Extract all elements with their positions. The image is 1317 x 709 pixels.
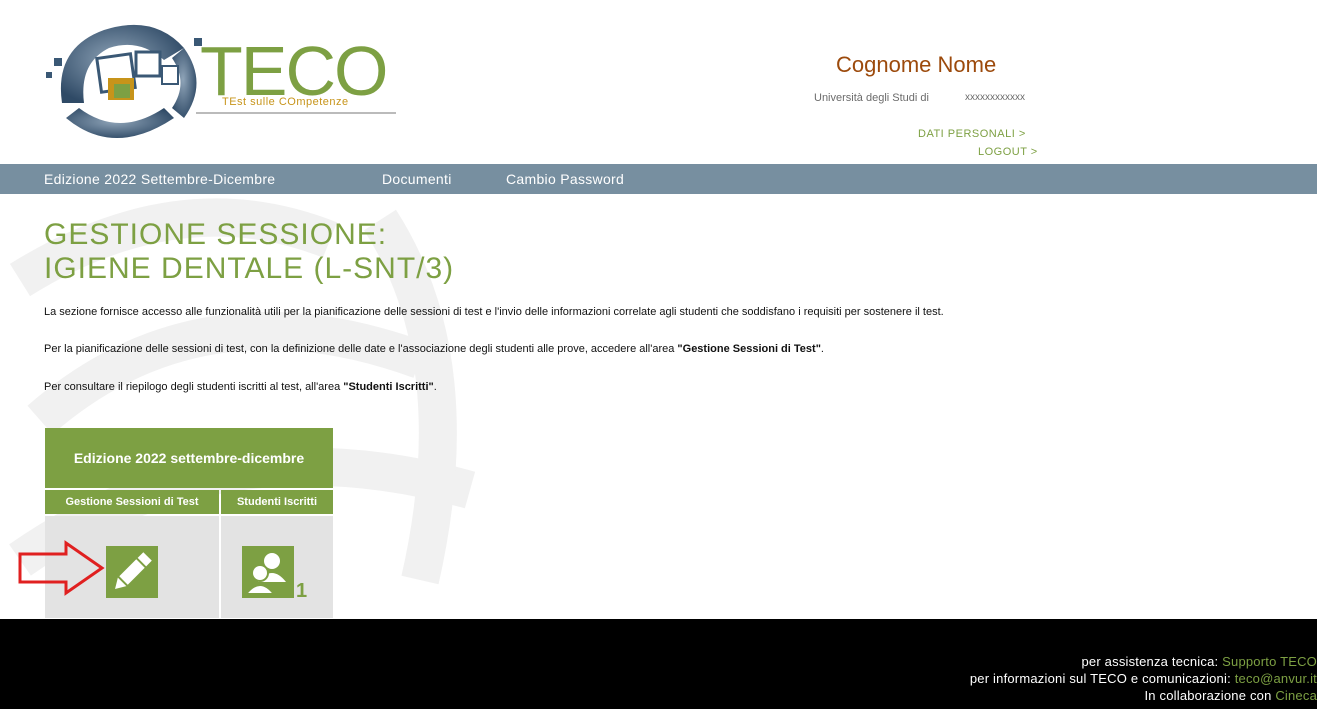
students-area-name: "Studenti Iscritti" [343, 381, 434, 393]
sessions-paragraph-end: . [820, 343, 824, 355]
footer-info-line: per informazioni sul TECO e comunicazion… [970, 671, 1317, 686]
sessions-paragraph: Per la pianificazione delle sessioni di … [44, 343, 824, 355]
university-code: xxxxxxxxxxxx [965, 92, 1025, 103]
footer-support-label: per assistenza tecnica: [1081, 654, 1223, 669]
footer: per assistenza tecnica: Supporto TECO pe… [0, 619, 1317, 709]
footer-info-label: per informazioni sul TECO e comunicazion… [969, 671, 1235, 686]
user-name: Cognome Nome [836, 52, 997, 77]
students-paragraph-end: . [433, 381, 437, 393]
students-paragraph: Per consultare il riepilogo degli studen… [44, 381, 437, 393]
page-title-line2: IGIENE DENTALE (L-SNT/3) [44, 252, 455, 285]
main-nav: Edizione 2022 Settembre-Dicembre Documen… [0, 164, 1317, 194]
red-arrow-annotation [18, 540, 105, 596]
intro-paragraph: La sezione fornisce accesso alle funzion… [44, 306, 944, 318]
support-link[interactable]: Supporto TECO [1222, 654, 1317, 669]
col-header-students: Studenti Iscritti [221, 490, 333, 514]
email-link[interactable]: teco@anvur.it [1235, 671, 1317, 686]
teco-globe-logo [46, 24, 202, 138]
students-cell: 1 [221, 516, 333, 618]
nav-change-password[interactable]: Cambio Password [506, 171, 624, 187]
page-title: GESTIONE SESSIONE: IGIENE DENTALE (L-SNT… [44, 218, 454, 286]
cineca-link[interactable]: Cineca [1275, 688, 1317, 703]
enrolled-students-button[interactable] [242, 546, 294, 598]
page-title-line1: GESTIONE SESSIONE: [44, 218, 388, 251]
university-label: Università degli Studi di [814, 92, 929, 104]
personal-data-link[interactable]: DATI PERSONALI > [918, 128, 1026, 140]
header: TECO TEst sulle COmpetenze Cognome Nome … [0, 0, 1317, 164]
logo-underline [196, 112, 396, 114]
users-icon [243, 553, 286, 595]
footer-support-line: per assistenza tecnica: Supporto TECO [1081, 654, 1317, 669]
main-content: GESTIONE SESSIONE: IGIENE DENTALE (L-SNT… [0, 194, 1317, 619]
footer-partner-line: In collaborazione con Cineca [1144, 688, 1317, 703]
edition-box-title: Edizione 2022 settembre-dicembre [45, 428, 333, 488]
students-paragraph-text: Per consultare il riepilogo degli studen… [44, 381, 344, 393]
sessions-paragraph-text: Per la pianificazione delle sessioni di … [44, 343, 678, 355]
sessions-area-name: "Gestione Sessioni di Test" [677, 343, 821, 355]
nav-documents[interactable]: Documenti [382, 171, 452, 187]
manage-sessions-button[interactable] [106, 546, 158, 598]
footer-partner-label: In collaborazione con [1144, 688, 1276, 703]
teco-logo-subtitle: TEst sulle COmpetenze [222, 96, 349, 108]
col-header-sessions: Gestione Sessioni di Test [45, 490, 219, 514]
logout-link[interactable]: LOGOUT > [978, 146, 1038, 158]
pencil-icon [115, 552, 152, 589]
enrolled-count: 1 [296, 580, 308, 602]
nav-edition[interactable]: Edizione 2022 Settembre-Dicembre [44, 171, 275, 187]
